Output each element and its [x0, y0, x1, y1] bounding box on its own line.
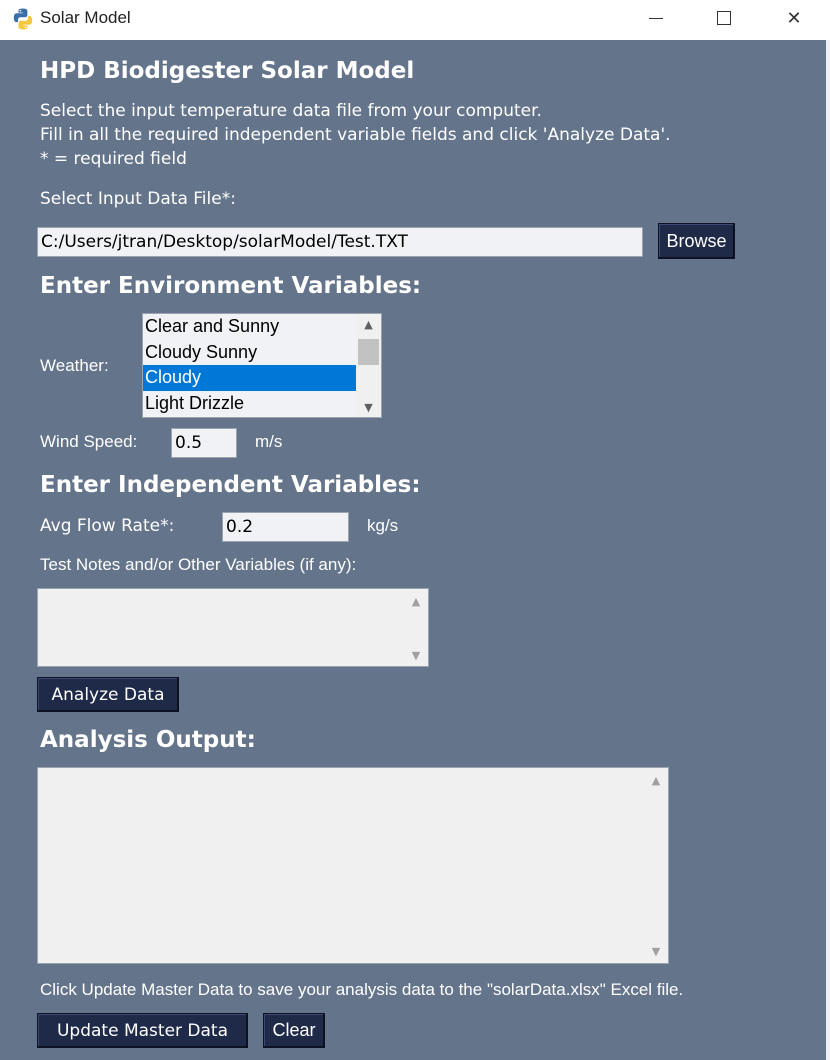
notes-label: Test Notes and/or Other Variables (if an…	[40, 555, 357, 574]
scroll-down-icon[interactable]: ▼	[356, 397, 381, 417]
environment-heading: Enter Environment Variables:	[40, 273, 422, 299]
output-scrollbar[interactable]: ▲ ▼	[644, 768, 668, 963]
wind-speed-unit: m/s	[255, 432, 283, 451]
file-label: Select Input Data File*:	[40, 189, 236, 209]
scroll-up-icon[interactable]: ▲	[356, 314, 381, 334]
weather-option[interactable]: Clear and Sunny	[143, 314, 356, 340]
required-field-note: * = required field	[40, 149, 187, 169]
flow-rate-label: Avg Flow Rate*:	[40, 516, 175, 536]
independent-heading: Enter Independent Variables:	[40, 472, 421, 498]
window-titlebar[interactable]: Solar Model ✕	[0, 0, 830, 40]
wind-speed-label: Wind Speed:	[40, 432, 138, 451]
close-button[interactable]: ✕	[771, 0, 817, 36]
save-hint: Click Update Master Data to save your an…	[40, 980, 684, 999]
maximize-icon	[717, 11, 731, 25]
notes-scrollbar[interactable]: ▲ ▼	[404, 589, 428, 666]
update-master-data-button[interactable]: Update Master Data	[37, 1013, 248, 1048]
weather-option[interactable]: Light Drizzle	[143, 391, 356, 417]
maximize-button[interactable]	[701, 0, 747, 36]
scroll-down-icon[interactable]: ▼	[644, 941, 668, 961]
scroll-up-icon[interactable]: ▲	[404, 591, 428, 611]
minimize-icon	[649, 17, 663, 19]
weather-listbox[interactable]: Clear and Sunny Cloudy Sunny Cloudy Light D…	[142, 313, 382, 418]
weather-option[interactable]: Cloudy Sunny	[143, 340, 356, 366]
window-title: Solar Model	[40, 8, 131, 27]
flow-rate-input[interactable]: 0.2	[222, 512, 349, 542]
main-panel: HPD Biodigester Solar Model Select the i…	[0, 40, 826, 1060]
scroll-down-icon[interactable]: ▼	[404, 645, 428, 665]
file-path-input[interactable]: C:/Users/jtran/Desktop/solarModel/Test.T…	[37, 227, 643, 257]
wind-speed-input[interactable]: 0.5	[171, 428, 237, 458]
scroll-thumb[interactable]	[358, 339, 379, 365]
weather-label: Weather:	[40, 356, 109, 375]
scroll-up-icon[interactable]: ▲	[644, 770, 668, 790]
python-icon	[13, 8, 33, 30]
clear-button[interactable]: Clear	[263, 1013, 325, 1048]
minimize-button[interactable]	[633, 0, 679, 36]
close-icon: ✕	[786, 7, 802, 29]
weather-option[interactable]: Cloudy	[143, 365, 356, 391]
analysis-output-textarea[interactable]: ▲ ▼	[37, 767, 669, 964]
instruction-line-2: Fill in all the required independent var…	[40, 125, 671, 145]
flow-rate-unit: kg/s	[367, 516, 399, 535]
output-heading: Analysis Output:	[40, 727, 256, 753]
browse-button[interactable]: Browse	[658, 223, 735, 259]
analyze-data-button[interactable]: Analyze Data	[37, 677, 179, 712]
notes-textarea[interactable]: ▲ ▼	[37, 588, 429, 667]
window-edge	[826, 40, 830, 1060]
page-title: HPD Biodigester Solar Model	[40, 58, 415, 84]
weather-scrollbar[interactable]: ▲ ▼	[356, 314, 381, 417]
instruction-line-1: Select the input temperature data file f…	[40, 101, 542, 121]
